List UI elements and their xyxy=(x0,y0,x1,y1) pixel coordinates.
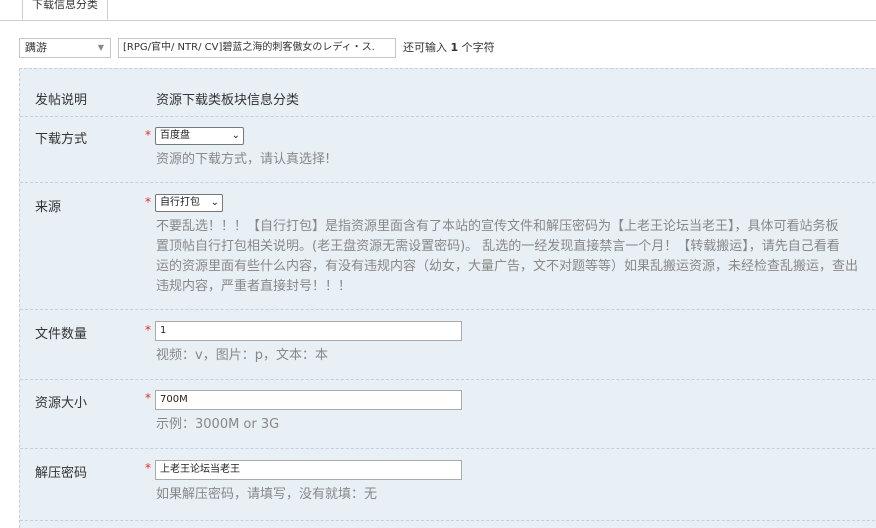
required-star: * xyxy=(145,323,151,337)
chevron-down-icon: ⌄ xyxy=(210,197,219,208)
password-hint: 如果解压密码，请填写，没有就填：无 xyxy=(156,487,378,502)
required-star: * xyxy=(145,391,151,405)
required-star: * xyxy=(145,461,151,475)
title-input[interactable]: [RPG/官中/ NTR/ CV]碧蓝之海的刺客傲女のレディ・ス. xyxy=(118,38,396,58)
source-label: 来源 xyxy=(35,200,62,215)
password-label: 解压密码 xyxy=(35,466,88,481)
row-resource-size: 资源大小 * 700M 示例：3000M or 3G xyxy=(20,379,876,449)
notice-value: 资源下载类板块信息分类 xyxy=(156,93,300,108)
source-hint-line: 违规内容，严重者直接封号！！！ xyxy=(156,279,352,294)
source-select[interactable]: 自行打包 ⌄ xyxy=(155,194,223,212)
file-count-input[interactable]: 1 xyxy=(155,321,462,341)
info-panel: 发帖说明 资源下载类板块信息分类 下载方式 * 百度盘 ⌄ 资源的下载方式，请认… xyxy=(19,68,876,528)
category-select-value: 蹒游 xyxy=(25,41,47,54)
row-source: 来源 * 自行打包 ⌄ 不要乱选！！！【自行打包】是指资源里面含有了本站的宣传文… xyxy=(20,182,876,310)
password-input[interactable]: 上老王论坛当老王 xyxy=(155,460,462,480)
row-password: 解压密码 * 上老王论坛当老王 如果解压密码，请填写，没有就填：无 xyxy=(20,448,876,521)
tab-download-info[interactable]: 下载信息分类 xyxy=(22,0,108,20)
source-hint-line: 不要乱选！！！【自行打包】是指资源里面含有了本站的宣传文件和解压密码为【上老王论… xyxy=(156,219,839,234)
required-star: * xyxy=(145,195,151,209)
download-method-hint: 资源的下载方式，请认真选择! xyxy=(156,152,331,167)
chevron-down-icon: ⌄ xyxy=(231,130,240,141)
source-hint-line: 置顶帖自行打包相关说明。(老王盘资源无需设置密码)。 乱选的一经发现直接禁言一个… xyxy=(156,239,840,254)
resource-size-label: 资源大小 xyxy=(35,396,88,411)
row-notice: 发帖说明 资源下载类板块信息分类 xyxy=(20,69,876,117)
char-count-tip: 还可输入 1 个字符 xyxy=(403,41,495,54)
resource-size-hint: 示例：3000M or 3G xyxy=(156,417,280,432)
required-star: * xyxy=(145,128,151,142)
source-hint-line: 运的资源里面有些什么内容，有没有违规内容（幼女，大量广告，文不对题等等）如果乱搬… xyxy=(156,259,859,274)
char-count: 1 xyxy=(450,41,459,54)
resource-size-input[interactable]: 700M xyxy=(155,390,462,410)
download-method-label: 下载方式 xyxy=(35,132,88,147)
row-download-method: 下载方式 * 百度盘 ⌄ 资源的下载方式，请认真选择! xyxy=(20,116,876,183)
category-select[interactable]: 蹒游 ▼ xyxy=(19,38,111,58)
file-count-hint: 视频：v，图片：p，文本：本 xyxy=(156,348,328,363)
tab-bar: 下载信息分类 xyxy=(0,0,876,21)
file-count-label: 文件数量 xyxy=(35,327,88,342)
row-file-count: 文件数量 * 1 视频：v，图片：p，文本：本 xyxy=(20,309,876,380)
notice-label: 发帖说明 xyxy=(35,93,88,108)
download-method-select[interactable]: 百度盘 ⌄ xyxy=(155,127,244,145)
title-row: 蹒游 ▼ [RPG/官中/ NTR/ CV]碧蓝之海的刺客傲女のレディ・ス. 还… xyxy=(19,38,876,58)
chevron-down-icon: ▼ xyxy=(97,43,104,52)
